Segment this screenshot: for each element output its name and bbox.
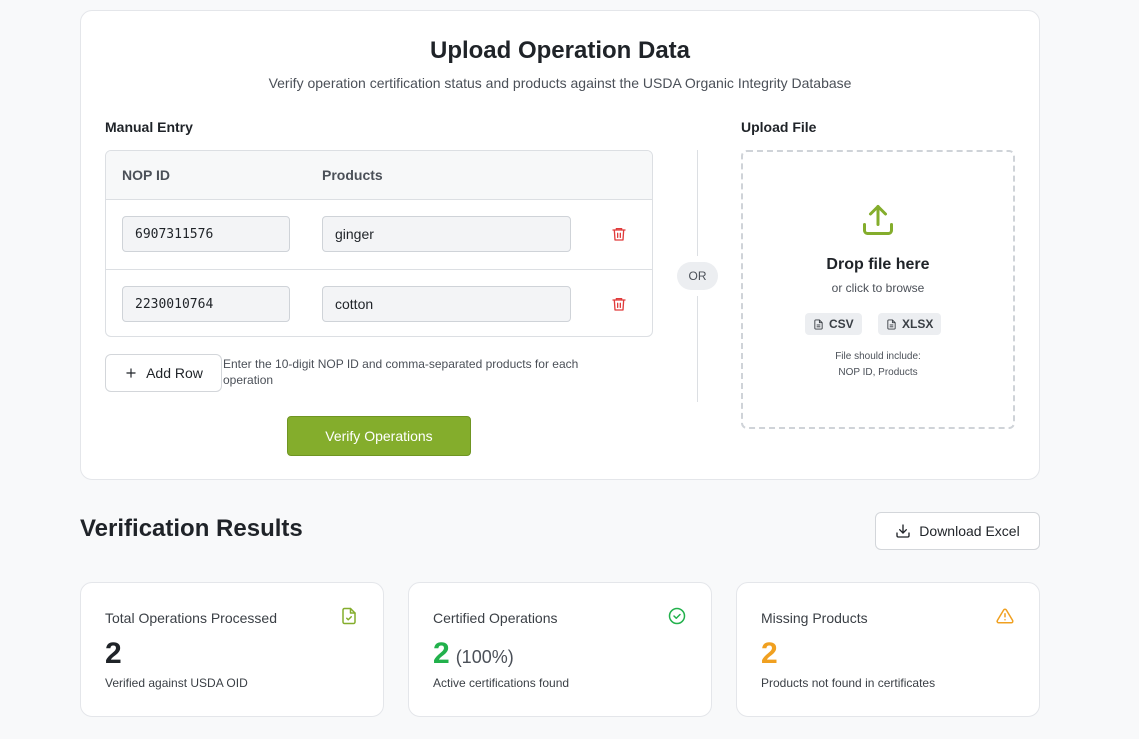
stat-card-total: Total Operations Processed 2 Verified ag… bbox=[80, 582, 384, 717]
check-circle-icon bbox=[668, 607, 686, 625]
nop-id-input[interactable]: 2230010764 bbox=[122, 286, 290, 322]
table-row: 6907311576 ginger bbox=[106, 200, 652, 269]
format-label: CSV bbox=[829, 317, 854, 331]
stat-label: Total Operations Processed bbox=[105, 610, 277, 626]
download-excel-button[interactable]: Download Excel bbox=[875, 512, 1040, 550]
upload-card: Upload Operation Data Verify operation c… bbox=[80, 10, 1040, 480]
products-input[interactable]: cotton bbox=[322, 286, 571, 322]
stat-description: Products not found in certificates bbox=[761, 676, 936, 690]
upload-subtitle: Verify operation certification status an… bbox=[268, 75, 852, 91]
upload-title: Upload Operation Data bbox=[429, 37, 691, 64]
file-icon bbox=[814, 318, 823, 330]
add-row-button[interactable]: Add Row bbox=[105, 354, 222, 392]
file-requirements: File should include: NOP ID, Products bbox=[743, 349, 1013, 381]
results-title: Verification Results bbox=[80, 515, 303, 542]
column-header-products: Products bbox=[322, 167, 383, 183]
stat-percentage: (100%) bbox=[455, 647, 514, 667]
divider bbox=[697, 296, 698, 402]
add-row-label: Add Row bbox=[146, 365, 203, 381]
stat-card-missing: Missing Products 2 Products not found in… bbox=[736, 582, 1040, 717]
stat-label: Missing Products bbox=[761, 610, 868, 626]
file-note-line: NOP ID, Products bbox=[838, 367, 918, 378]
stat-value: 2 bbox=[433, 637, 450, 670]
file-icon bbox=[887, 318, 896, 330]
format-chip-xlsx: XLSX bbox=[878, 313, 942, 335]
drop-subtext: or click to browse bbox=[831, 281, 925, 295]
stat-value: 2 bbox=[105, 637, 122, 670]
divider bbox=[697, 150, 698, 256]
table-row: 2230010764 cotton bbox=[106, 269, 652, 336]
manual-entry-hint: Enter the 10-digit NOP ID and comma-sepa… bbox=[223, 357, 579, 387]
drop-heading: Drop file here bbox=[826, 256, 930, 273]
format-label: XLSX bbox=[902, 317, 934, 331]
stat-label: Certified Operations bbox=[433, 610, 558, 626]
nop-id-input[interactable]: 6907311576 bbox=[122, 216, 290, 252]
download-label: Download Excel bbox=[919, 523, 1020, 539]
stat-value-row: 2 (100%) bbox=[433, 636, 514, 675]
alert-triangle-icon bbox=[996, 608, 1014, 624]
file-check-icon bbox=[342, 607, 356, 625]
column-header-nop-id: NOP ID bbox=[122, 167, 170, 183]
stat-value: 2 bbox=[761, 637, 778, 670]
manual-entry-label: Manual Entry bbox=[105, 119, 193, 135]
file-note-line: File should include: bbox=[835, 351, 921, 362]
or-badge: OR bbox=[677, 262, 718, 290]
products-input[interactable]: ginger bbox=[322, 216, 571, 252]
trash-icon[interactable] bbox=[611, 226, 627, 242]
format-chip-csv: CSV bbox=[805, 313, 862, 335]
upload-icon bbox=[863, 205, 893, 235]
trash-icon[interactable] bbox=[611, 296, 627, 312]
file-dropzone[interactable]: Drop file here or click to browse CSV XL… bbox=[741, 150, 1015, 429]
plus-icon bbox=[126, 368, 136, 378]
stat-description: Active certifications found bbox=[433, 676, 570, 690]
stat-card-certified: Certified Operations 2 (100%) Active cert… bbox=[408, 582, 712, 717]
manual-entry-table: NOP ID Products 6907311576 ginger 223001… bbox=[105, 150, 653, 337]
upload-file-label: Upload File bbox=[741, 119, 817, 135]
stat-description: Verified against USDA OID bbox=[105, 676, 248, 690]
table-header: NOP ID Products bbox=[106, 151, 652, 200]
verify-operations-button[interactable]: Verify Operations bbox=[287, 416, 471, 456]
download-icon bbox=[896, 524, 910, 538]
